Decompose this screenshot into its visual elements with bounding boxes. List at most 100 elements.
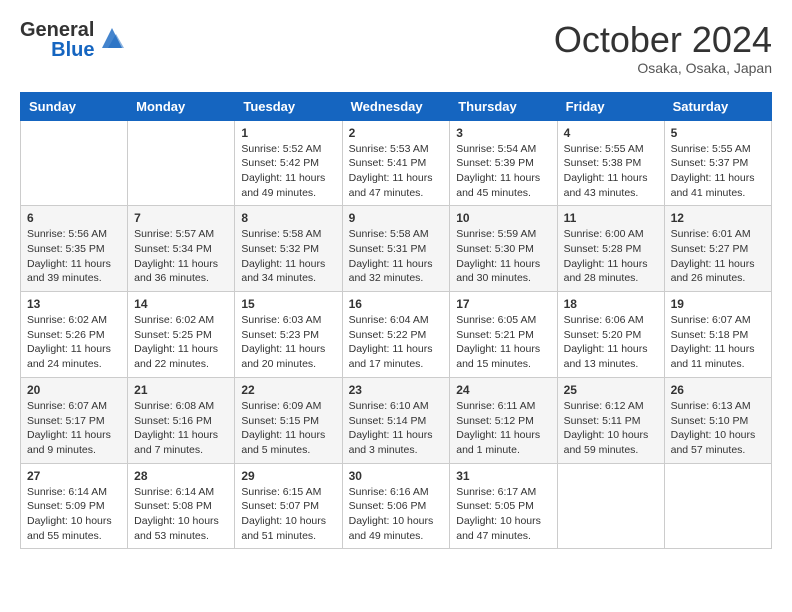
weekday-header: Thursday bbox=[450, 92, 557, 120]
day-info: Sunrise: 6:01 AMSunset: 5:27 PMDaylight:… bbox=[671, 227, 765, 286]
calendar-cell: 14Sunrise: 6:02 AMSunset: 5:25 PMDayligh… bbox=[128, 292, 235, 378]
day-info: Sunrise: 6:14 AMSunset: 5:09 PMDaylight:… bbox=[27, 485, 121, 544]
calendar-cell: 11 Sunrise: 6:00 AMSunset: 5:28 PMDayligh… bbox=[557, 206, 664, 292]
day-number: 2 bbox=[349, 126, 444, 140]
calendar-cell: 13Sunrise: 6:02 AMSunset: 5:26 PMDayligh… bbox=[21, 292, 128, 378]
day-number: 17 bbox=[456, 297, 550, 311]
day-number: 1 bbox=[241, 126, 335, 140]
calendar-cell: 19 Sunrise: 6:07 AMSunset: 5:18 PMDayligh… bbox=[664, 292, 771, 378]
calendar-cell: 28 Sunrise: 6:14 AMSunset: 5:08 PMDayligh… bbox=[128, 463, 235, 549]
day-info: Sunrise: 6:05 AMSunset: 5:21 PMDaylight:… bbox=[456, 313, 550, 372]
calendar-cell: 24 Sunrise: 6:11 AMSunset: 5:12 PMDayligh… bbox=[450, 377, 557, 463]
logo-blue: Blue bbox=[51, 40, 94, 60]
calendar-cell: 7 Sunrise: 5:57 AMSunset: 5:34 PMDaylight… bbox=[128, 206, 235, 292]
day-info: Sunrise: 6:03 AMSunset: 5:23 PMDaylight:… bbox=[241, 313, 335, 372]
weekday-header: Sunday bbox=[21, 92, 128, 120]
month-title: October 2024 bbox=[554, 20, 772, 60]
calendar-cell bbox=[557, 463, 664, 549]
day-number: 3 bbox=[456, 126, 550, 140]
day-info: Sunrise: 5:59 AMSunset: 5:30 PMDaylight:… bbox=[456, 227, 550, 286]
day-number: 10 bbox=[456, 211, 550, 225]
day-info: Sunrise: 5:57 AMSunset: 5:34 PMDaylight:… bbox=[134, 227, 228, 286]
location: Osaka, Osaka, Japan bbox=[554, 60, 772, 76]
calendar-cell bbox=[664, 463, 771, 549]
calendar-cell bbox=[128, 120, 235, 206]
calendar-cell: 2 Sunrise: 5:53 AMSunset: 5:41 PMDaylight… bbox=[342, 120, 450, 206]
day-info: Sunrise: 5:58 AMSunset: 5:32 PMDaylight:… bbox=[241, 227, 335, 286]
day-info: Sunrise: 6:08 AMSunset: 5:16 PMDaylight:… bbox=[134, 399, 228, 458]
day-number: 15 bbox=[241, 297, 335, 311]
weekday-header: Tuesday bbox=[235, 92, 342, 120]
day-number: 23 bbox=[349, 383, 444, 397]
day-info: Sunrise: 5:52 AMSunset: 5:42 PMDaylight:… bbox=[241, 142, 335, 201]
day-info: Sunrise: 5:55 AMSunset: 5:37 PMDaylight:… bbox=[671, 142, 765, 201]
day-info: Sunrise: 5:54 AMSunset: 5:39 PMDaylight:… bbox=[456, 142, 550, 201]
day-number: 31 bbox=[456, 469, 550, 483]
day-info: Sunrise: 6:14 AMSunset: 5:08 PMDaylight:… bbox=[134, 485, 228, 544]
day-number: 4 bbox=[564, 126, 658, 140]
day-info: Sunrise: 5:55 AMSunset: 5:38 PMDaylight:… bbox=[564, 142, 658, 201]
day-number: 7 bbox=[134, 211, 228, 225]
weekday-header: Friday bbox=[557, 92, 664, 120]
day-info: Sunrise: 6:16 AMSunset: 5:06 PMDaylight:… bbox=[349, 485, 444, 544]
day-number: 16 bbox=[349, 297, 444, 311]
day-info: Sunrise: 6:11 AMSunset: 5:12 PMDaylight:… bbox=[456, 399, 550, 458]
calendar-week-row: 20 Sunrise: 6:07 AMSunset: 5:17 PMDayligh… bbox=[21, 377, 772, 463]
day-info: Sunrise: 6:10 AMSunset: 5:14 PMDaylight:… bbox=[349, 399, 444, 458]
day-number: 26 bbox=[671, 383, 765, 397]
calendar-cell: 21 Sunrise: 6:08 AMSunset: 5:16 PMDayligh… bbox=[128, 377, 235, 463]
weekday-header: Monday bbox=[128, 92, 235, 120]
day-number: 12 bbox=[671, 211, 765, 225]
day-number: 5 bbox=[671, 126, 765, 140]
day-number: 24 bbox=[456, 383, 550, 397]
day-number: 19 bbox=[671, 297, 765, 311]
calendar-cell: 1 Sunrise: 5:52 AMSunset: 5:42 PMDaylight… bbox=[235, 120, 342, 206]
calendar-cell: 25Sunrise: 6:12 AMSunset: 5:11 PMDayligh… bbox=[557, 377, 664, 463]
day-number: 25 bbox=[564, 383, 658, 397]
weekday-header: Wednesday bbox=[342, 92, 450, 120]
calendar-cell: 29Sunrise: 6:15 AMSunset: 5:07 PMDayligh… bbox=[235, 463, 342, 549]
calendar-cell: 8 Sunrise: 5:58 AMSunset: 5:32 PMDaylight… bbox=[235, 206, 342, 292]
day-number: 6 bbox=[27, 211, 121, 225]
day-number: 13 bbox=[27, 297, 121, 311]
logo-icon bbox=[98, 24, 126, 57]
calendar-header-row: SundayMondayTuesdayWednesdayThursdayFrid… bbox=[21, 92, 772, 120]
calendar-cell: 30 Sunrise: 6:16 AMSunset: 5:06 PMDayligh… bbox=[342, 463, 450, 549]
calendar-cell: 4 Sunrise: 5:55 AMSunset: 5:38 PMDaylight… bbox=[557, 120, 664, 206]
day-info: Sunrise: 6:17 AMSunset: 5:05 PMDaylight:… bbox=[456, 485, 550, 544]
calendar-table: SundayMondayTuesdayWednesdayThursdayFrid… bbox=[20, 92, 772, 550]
day-info: Sunrise: 6:09 AMSunset: 5:15 PMDaylight:… bbox=[241, 399, 335, 458]
calendar-cell: 18Sunrise: 6:06 AMSunset: 5:20 PMDayligh… bbox=[557, 292, 664, 378]
day-number: 27 bbox=[27, 469, 121, 483]
logo-general: General bbox=[20, 20, 94, 40]
day-info: Sunrise: 6:07 AMSunset: 5:18 PMDaylight:… bbox=[671, 313, 765, 372]
day-number: 20 bbox=[27, 383, 121, 397]
calendar-cell: 15 Sunrise: 6:03 AMSunset: 5:23 PMDayligh… bbox=[235, 292, 342, 378]
day-number: 28 bbox=[134, 469, 228, 483]
calendar-week-row: 27 Sunrise: 6:14 AMSunset: 5:09 PMDayligh… bbox=[21, 463, 772, 549]
day-info: Sunrise: 5:56 AMSunset: 5:35 PMDaylight:… bbox=[27, 227, 121, 286]
day-number: 14 bbox=[134, 297, 228, 311]
day-info: Sunrise: 6:07 AMSunset: 5:17 PMDaylight:… bbox=[27, 399, 121, 458]
calendar-cell: 26 Sunrise: 6:13 AMSunset: 5:10 PMDayligh… bbox=[664, 377, 771, 463]
day-number: 30 bbox=[349, 469, 444, 483]
calendar-week-row: 1 Sunrise: 5:52 AMSunset: 5:42 PMDaylight… bbox=[21, 120, 772, 206]
day-number: 11 bbox=[564, 211, 658, 225]
calendar-cell: 6 Sunrise: 5:56 AMSunset: 5:35 PMDaylight… bbox=[21, 206, 128, 292]
calendar-cell: 3 Sunrise: 5:54 AMSunset: 5:39 PMDaylight… bbox=[450, 120, 557, 206]
calendar-cell: 27 Sunrise: 6:14 AMSunset: 5:09 PMDayligh… bbox=[21, 463, 128, 549]
calendar-week-row: 13Sunrise: 6:02 AMSunset: 5:26 PMDayligh… bbox=[21, 292, 772, 378]
day-number: 18 bbox=[564, 297, 658, 311]
day-info: Sunrise: 6:00 AMSunset: 5:28 PMDaylight:… bbox=[564, 227, 658, 286]
day-info: Sunrise: 6:15 AMSunset: 5:07 PMDaylight:… bbox=[241, 485, 335, 544]
day-info: Sunrise: 6:13 AMSunset: 5:10 PMDaylight:… bbox=[671, 399, 765, 458]
calendar-cell: 22Sunrise: 6:09 AMSunset: 5:15 PMDayligh… bbox=[235, 377, 342, 463]
day-number: 8 bbox=[241, 211, 335, 225]
weekday-header: Saturday bbox=[664, 92, 771, 120]
page-header: General Blue October 2024 Osaka, Osaka, … bbox=[20, 20, 772, 76]
calendar-cell: 31 Sunrise: 6:17 AMSunset: 5:05 PMDayligh… bbox=[450, 463, 557, 549]
calendar-cell: 9Sunrise: 5:58 AMSunset: 5:31 PMDaylight… bbox=[342, 206, 450, 292]
calendar-cell: 12 Sunrise: 6:01 AMSunset: 5:27 PMDayligh… bbox=[664, 206, 771, 292]
day-info: Sunrise: 5:53 AMSunset: 5:41 PMDaylight:… bbox=[349, 142, 444, 201]
day-number: 21 bbox=[134, 383, 228, 397]
